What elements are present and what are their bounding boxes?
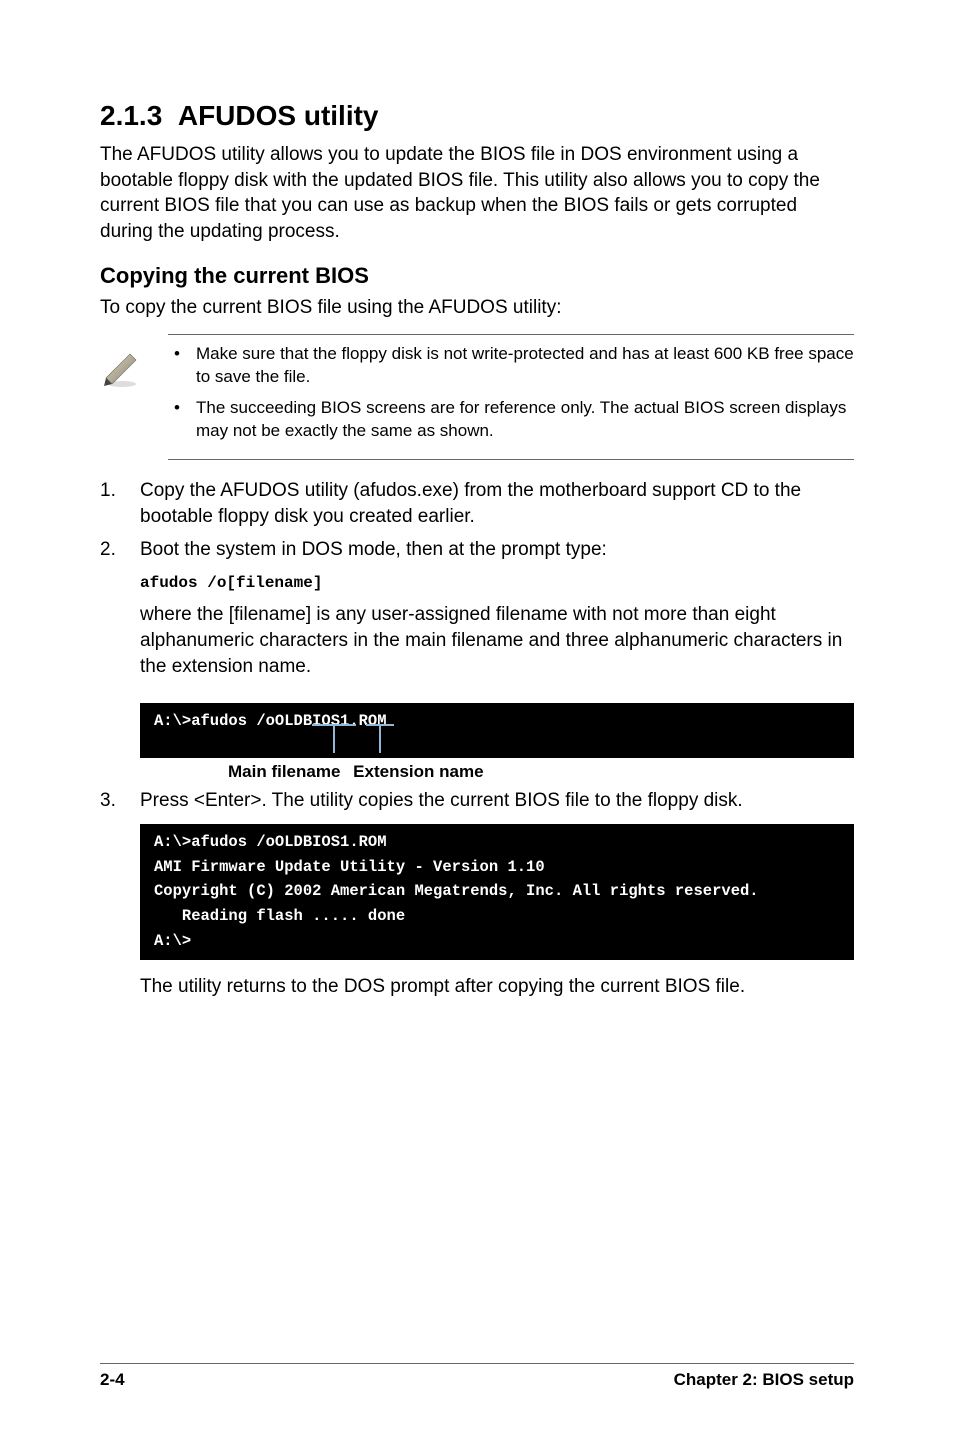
- note-item: The succeeding BIOS screens are for refe…: [196, 397, 854, 443]
- subsection-intro: To copy the current BIOS file using the …: [100, 295, 854, 321]
- step-2: 2. Boot the system in DOS mode, then at …: [100, 537, 854, 693]
- step-1: 1. Copy the AFUDOS utility (afudos.exe) …: [100, 478, 854, 529]
- filename-labels: Main filename Extension name: [140, 762, 854, 782]
- terminal-output: A:\>afudos /oOLDBIOS1.ROM: [140, 703, 854, 758]
- step-3-after: The utility returns to the DOS prompt af…: [100, 974, 854, 1000]
- note-item: Make sure that the floppy disk is not wr…: [196, 343, 854, 389]
- chapter-label: Chapter 2: BIOS setup: [674, 1370, 854, 1390]
- section-heading: 2.1.3 AFUDOS utility: [100, 100, 854, 132]
- section-intro: The AFUDOS utility allows you to update …: [100, 142, 854, 245]
- step-3: 3. Press <Enter>. The utility copies the…: [100, 788, 854, 814]
- subsection-heading: Copying the current BIOS: [100, 263, 854, 289]
- pencil-icon: [100, 344, 144, 393]
- page-footer: 2-4 Chapter 2: BIOS setup: [100, 1363, 854, 1390]
- code-command: afudos /o[filename]: [140, 573, 854, 595]
- note-block: Make sure that the floppy disk is not wr…: [100, 334, 854, 460]
- terminal-block-1: A:\>afudos /oOLDBIOS1.ROM: [100, 703, 854, 758]
- terminal-block-2: A:\>afudos /oOLDBIOS1.ROM AMI Firmware U…: [140, 824, 854, 960]
- page-number: 2-4: [100, 1370, 125, 1390]
